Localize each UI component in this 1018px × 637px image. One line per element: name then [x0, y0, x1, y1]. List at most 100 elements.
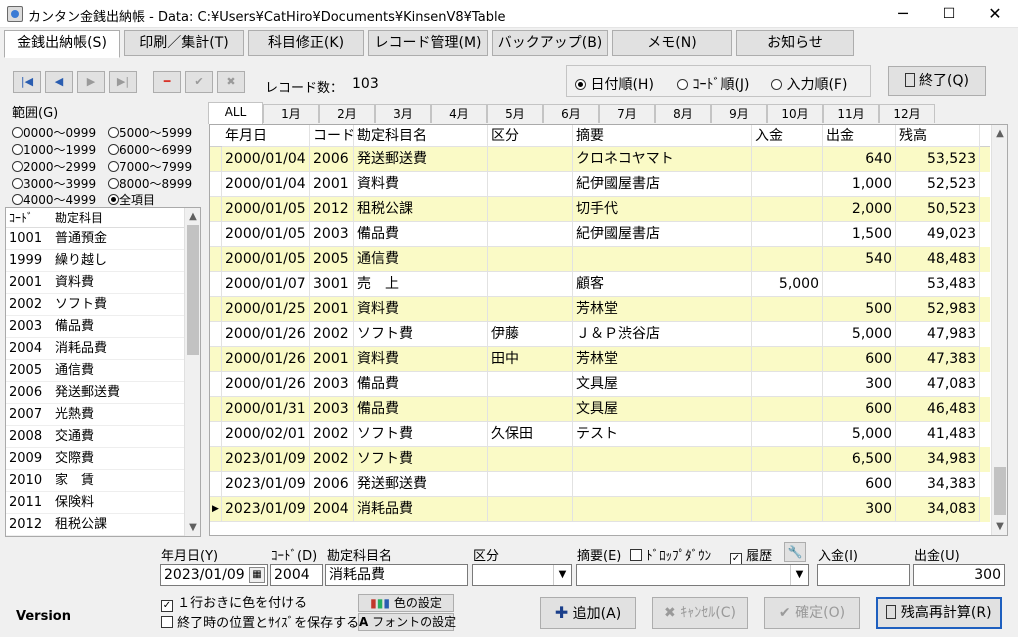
cell-account[interactable]: 備品費 — [354, 222, 488, 247]
calendar-icon[interactable]: ▦ — [249, 567, 265, 583]
cell-out[interactable]: 2,000 — [823, 197, 896, 222]
cell-code[interactable]: 3001 — [310, 272, 354, 297]
sort-code-option[interactable]: ｺｰﾄﾞ順(J) — [677, 74, 750, 94]
cell-date[interactable]: 2000/01/04 — [222, 172, 310, 197]
kubun-select[interactable]: ▼ — [472, 564, 572, 586]
tab-month-9[interactable]: 9月 — [711, 104, 767, 123]
cell-account[interactable]: ソフト費 — [354, 422, 488, 447]
chevron-down-icon[interactable]: ▼ — [553, 565, 571, 585]
cell-date[interactable]: 2000/01/04 — [222, 147, 310, 172]
tab-month-4[interactable]: 4月 — [431, 104, 487, 123]
cell-date[interactable]: 2000/01/07 — [222, 272, 310, 297]
prev-record-button[interactable]: ◀ — [45, 71, 73, 93]
col-code[interactable]: コード — [310, 125, 354, 147]
cell-account[interactable]: 通信費 — [354, 247, 488, 272]
cancel-record-button[interactable]: ✖ — [217, 71, 245, 93]
account-list[interactable]: ｺｰﾄﾞ 勘定科目 1001 普通預金 1999 繰り越し 2001 資料費 2002… — [5, 207, 201, 537]
range-4000[interactable]: 4000～4999 — [12, 191, 96, 208]
tab-kinsen[interactable]: 金銭出納帳(S) — [4, 30, 120, 58]
cell-kubun[interactable] — [488, 147, 573, 172]
exit-button[interactable]: 終了(Q) — [888, 66, 986, 96]
table-row[interactable]: 2000/01/26 2002 ソフト費 伊藤 Ｊ＆Ｐ渋谷店 5,000 47,983 — [210, 322, 990, 347]
cell-out[interactable]: 300 — [823, 497, 896, 522]
cell-tekiyo[interactable] — [573, 472, 752, 497]
cell-tekiyo[interactable]: 芳林堂 — [573, 297, 752, 322]
range-0000[interactable]: 0000～0999 — [12, 124, 96, 141]
cell-kubun[interactable] — [488, 397, 573, 422]
scroll-down-icon[interactable]: ▼ — [185, 519, 200, 536]
cell-kubun[interactable] — [488, 297, 573, 322]
col-date[interactable]: 年月日 — [222, 125, 310, 147]
tab-month-6[interactable]: 6月 — [543, 104, 599, 123]
scroll-down-icon[interactable]: ▼ — [992, 518, 1007, 535]
cell-date[interactable]: 2023/01/09 — [222, 447, 310, 472]
cell-out[interactable]: 600 — [823, 472, 896, 497]
cell-kubun[interactable] — [488, 197, 573, 222]
range-7000[interactable]: 7000～7999 — [108, 158, 192, 175]
cell-account[interactable]: 売 上 — [354, 272, 488, 297]
add-button[interactable]: ✚ 追加(A) — [540, 597, 636, 629]
account-field[interactable]: 消耗品費 — [325, 564, 468, 586]
range-5000[interactable]: 5000～5999 — [108, 124, 192, 141]
col-kubun[interactable]: 区分 — [488, 125, 573, 147]
cell-tekiyo[interactable]: 紀伊國屋書店 — [573, 222, 752, 247]
cell-balance[interactable]: 34,083 — [896, 497, 980, 522]
cell-in[interactable] — [752, 497, 823, 522]
last-record-button[interactable]: ▶| — [109, 71, 137, 93]
cell-balance[interactable]: 34,383 — [896, 472, 980, 497]
cell-account[interactable]: 備品費 — [354, 397, 488, 422]
cell-kubun[interactable] — [488, 497, 573, 522]
range-1000[interactable]: 1000～1999 — [12, 141, 96, 158]
range-6000[interactable]: 6000～6999 — [108, 141, 192, 158]
cell-in[interactable] — [752, 147, 823, 172]
cell-in[interactable] — [752, 372, 823, 397]
cell-kubun[interactable] — [488, 372, 573, 397]
cell-date[interactable]: 2023/01/09 — [222, 472, 310, 497]
confirm-button[interactable]: ✔ 確定(O) — [764, 597, 860, 629]
cell-tekiyo[interactable] — [573, 447, 752, 472]
cell-code[interactable]: 2002 — [310, 447, 354, 472]
cell-balance[interactable]: 46,483 — [896, 397, 980, 422]
cell-out[interactable]: 500 — [823, 297, 896, 322]
cell-balance[interactable]: 52,983 — [896, 297, 980, 322]
tab-news[interactable]: お知らせ — [736, 30, 854, 56]
cell-tekiyo[interactable]: 文具屋 — [573, 397, 752, 422]
chevron-down-icon[interactable]: ▼ — [790, 565, 808, 585]
list-item[interactable]: 2010 家 賃 — [6, 470, 184, 492]
cell-out[interactable]: 600 — [823, 397, 896, 422]
tab-kamoku[interactable]: 科目修正(K) — [248, 30, 364, 56]
cell-account[interactable]: 資料費 — [354, 172, 488, 197]
maximize-button[interactable]: ☐ — [926, 0, 972, 28]
tab-month-1[interactable]: 1月 — [263, 104, 319, 123]
list-item[interactable]: 2002 ソフト費 — [6, 294, 184, 316]
font-setting-button[interactable]: A フォントの設定 — [358, 613, 456, 631]
cell-tekiyo[interactable]: 紀伊國屋書店 — [573, 172, 752, 197]
cell-date[interactable]: 2000/01/26 — [222, 347, 310, 372]
tab-month-12[interactable]: 12月 — [879, 104, 935, 123]
cell-in[interactable] — [752, 197, 823, 222]
scroll-thumb[interactable] — [187, 225, 199, 355]
color-setting-button[interactable]: ▮▮▮ 色の設定 — [358, 594, 454, 612]
alternate-color-checkbox[interactable]: ✓ １行おきに色を付ける — [161, 592, 307, 612]
cell-out[interactable]: 600 — [823, 347, 896, 372]
table-row[interactable]: 2000/01/04 2001 資料費 紀伊國屋書店 1,000 52,523 — [210, 172, 990, 197]
cell-tekiyo[interactable]: Ｊ＆Ｐ渋谷店 — [573, 322, 752, 347]
tab-month-2[interactable]: 2月 — [319, 104, 375, 123]
cell-in[interactable] — [752, 397, 823, 422]
tab-month-8[interactable]: 8月 — [655, 104, 711, 123]
cell-kubun[interactable]: 伊藤 — [488, 322, 573, 347]
confirm-record-button[interactable]: ✔ — [185, 71, 213, 93]
list-item[interactable]: 2003 備品費 — [6, 316, 184, 338]
date-field[interactable]: 2023/01/09 ▦ — [160, 564, 268, 586]
cell-out[interactable]: 5,000 — [823, 422, 896, 447]
cell-code[interactable]: 2001 — [310, 172, 354, 197]
cell-account[interactable]: 発送郵送費 — [354, 147, 488, 172]
list-item[interactable]: 2008 交通費 — [6, 426, 184, 448]
cell-tekiyo[interactable]: 切手代 — [573, 197, 752, 222]
cell-tekiyo[interactable]: クロネコヤマト — [573, 147, 752, 172]
cell-out[interactable]: 1,000 — [823, 172, 896, 197]
cell-balance[interactable]: 34,983 — [896, 447, 980, 472]
cell-code[interactable]: 2006 — [310, 472, 354, 497]
cell-date[interactable]: 2000/01/26 — [222, 322, 310, 347]
history-checkbox[interactable]: ✓ 履歴 — [730, 545, 772, 565]
